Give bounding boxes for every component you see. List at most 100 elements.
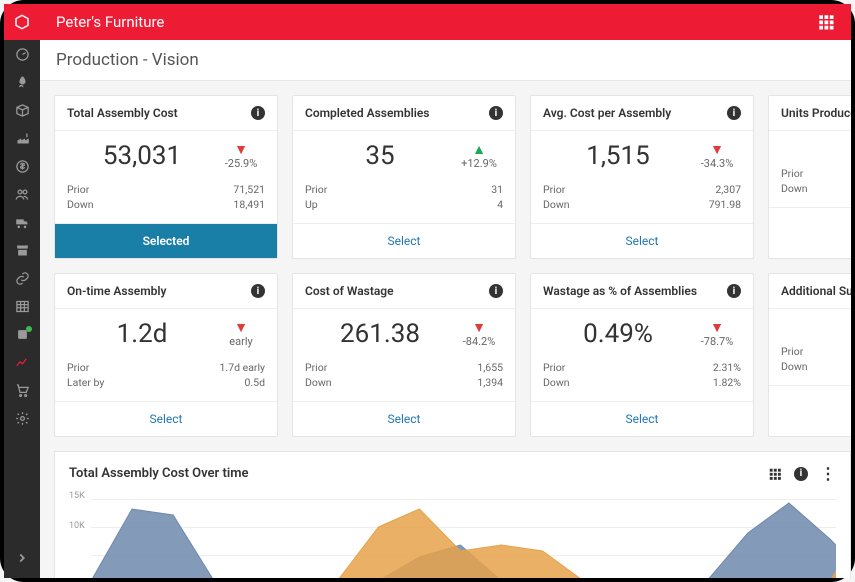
info-icon[interactable]: i xyxy=(489,284,503,298)
sidebar xyxy=(4,4,40,578)
card-title: Avg. Cost per Assembly xyxy=(543,106,671,120)
kpi-meta: Prior Down xyxy=(781,341,851,379)
meta-value: 791.98 xyxy=(709,198,741,211)
card-select-button[interactable]: Select xyxy=(293,401,515,436)
meta-label: Prior xyxy=(67,361,89,374)
card-select-button[interactable]: Selected xyxy=(55,223,277,258)
content: Total Assembly Cost i 53,031 ▼ -25.9% Pr… xyxy=(40,81,851,578)
card-select-button[interactable]: Select xyxy=(769,207,851,242)
kpi2-card-2: Wastage as % of Assemblies i 0.49% ▼ -78… xyxy=(530,273,754,437)
meta-label: Prior xyxy=(543,183,565,196)
kpi2-card-0: On-time Assembly i 1.2d ▼ early Prior1.7… xyxy=(54,273,278,437)
kpi-value: 1,515 xyxy=(543,141,693,171)
card-select-button[interactable]: Select xyxy=(531,401,753,436)
chart-more-icon[interactable]: ⋮ xyxy=(820,464,836,483)
kpi-meta: Prior Down xyxy=(781,163,851,201)
down-arrow-icon: ▼ xyxy=(472,321,486,335)
info-icon[interactable]: i xyxy=(489,106,503,120)
meta-label: Prior xyxy=(67,183,89,196)
meta-value: 1.7d early xyxy=(220,361,265,374)
kpi-meta: Prior 71,521 Down 18,491 xyxy=(67,179,265,217)
nav-truck[interactable] xyxy=(4,208,40,236)
ytick-15k: 15K xyxy=(69,491,85,501)
app-launcher-icon[interactable] xyxy=(817,13,835,31)
brand-logo[interactable] xyxy=(4,4,40,40)
up-arrow-icon: ▲ xyxy=(472,143,486,157)
nav-table[interactable] xyxy=(4,292,40,320)
kpi-change: ▼ -34.3% xyxy=(693,143,741,170)
meta-label: Prior xyxy=(305,361,327,374)
info-icon[interactable]: i xyxy=(727,284,741,298)
chart-info-icon[interactable]: i xyxy=(794,467,808,481)
chart-area: 15K 10K xyxy=(69,491,836,578)
kpi1-card-2: Avg. Cost per Assembly i 1,515 ▼ -34.3% … xyxy=(530,95,754,259)
card-title: On-time Assembly xyxy=(67,284,166,298)
kpi-meta: Prior 1,655 Down 1,394 xyxy=(305,357,503,395)
meta-value: 4 xyxy=(497,198,503,211)
nav-link[interactable] xyxy=(4,264,40,292)
kpi-change: ▼ -25.9% xyxy=(217,143,265,170)
change-pct: -25.9% xyxy=(225,157,258,170)
nav-store[interactable] xyxy=(4,236,40,264)
kpi-change: ▼ -78.7% xyxy=(693,321,741,348)
kpi-meta: Prior2.31%Down1.82% xyxy=(543,357,741,395)
meta-value: 1,655 xyxy=(477,361,503,374)
kpi-meta: Prior2,307Down791.98 xyxy=(543,179,741,217)
meta-label: Down xyxy=(781,360,808,373)
meta-label: Down xyxy=(781,182,808,195)
kpi-value: 0.49% xyxy=(543,319,693,349)
down-arrow-icon: ▼ xyxy=(710,321,724,335)
chart-grid-icon[interactable] xyxy=(768,467,782,481)
info-icon[interactable]: i xyxy=(727,106,741,120)
notification-dot xyxy=(26,326,32,332)
nav-analytics[interactable] xyxy=(4,348,40,376)
nav-box[interactable] xyxy=(4,96,40,124)
card-title: Wastage as % of Assemblies xyxy=(543,284,697,298)
nav-factory[interactable] xyxy=(4,124,40,152)
card-title: Total Assembly Cost xyxy=(67,106,178,120)
kpi-value: 53,031 xyxy=(67,141,217,171)
meta-label: Down xyxy=(67,198,94,211)
ytick-10k: 10K xyxy=(69,521,85,531)
change-pct: -84.2% xyxy=(463,335,496,348)
cube-icon xyxy=(13,13,31,31)
info-icon[interactable]: i xyxy=(251,284,265,298)
nav-settings[interactable] xyxy=(4,404,40,432)
nav-dashboard[interactable] xyxy=(4,40,40,68)
kpi-change: ▲ +12.9% xyxy=(455,143,503,170)
meta-label: Prior xyxy=(305,183,327,196)
nav-cart[interactable] xyxy=(4,376,40,404)
meta-value: 18,491 xyxy=(233,198,265,211)
meta-value: 1,394 xyxy=(477,376,503,389)
main: Peter's Furniture Production - Vision To… xyxy=(40,4,851,578)
nav-rocket[interactable] xyxy=(4,68,40,96)
info-icon[interactable]: i xyxy=(251,106,265,120)
card-select-button[interactable]: Select xyxy=(531,223,753,258)
meta-label: Down xyxy=(543,376,570,389)
meta-label: Prior xyxy=(781,345,803,358)
meta-value: 71,521 xyxy=(233,183,265,196)
sidebar-expand[interactable] xyxy=(4,544,40,572)
nav-dollar[interactable] xyxy=(4,152,40,180)
card-title: Cost of Wastage xyxy=(305,284,394,298)
change-pct: -34.3% xyxy=(701,157,734,170)
card-select-button[interactable]: Select xyxy=(293,223,515,258)
meta-label: Down xyxy=(305,376,332,389)
nav-people[interactable] xyxy=(4,180,40,208)
kpi2-card-1: Cost of Wastage i 261.38 ▼ -84.2% Prior 1… xyxy=(292,273,516,437)
card-select-button[interactable]: Select xyxy=(769,385,851,420)
card-select-button[interactable]: Select xyxy=(55,401,277,436)
down-arrow-icon: ▼ xyxy=(234,143,248,157)
topbar: Peter's Furniture xyxy=(40,4,851,40)
nav-app[interactable] xyxy=(4,320,40,348)
meta-label: Prior xyxy=(781,167,803,180)
card-title: Units Produced xyxy=(781,106,851,120)
kpi-row-2: On-time Assembly i 1.2d ▼ early Prior1.7… xyxy=(54,273,851,437)
kpi1-card-0: Total Assembly Cost i 53,031 ▼ -25.9% Pr… xyxy=(54,95,278,259)
card-title: Additional Summary xyxy=(781,284,851,298)
meta-value: 2.31% xyxy=(713,361,741,374)
kpi-value: 35 xyxy=(305,141,455,171)
kpi-change: ▼ -84.2% xyxy=(455,321,503,348)
kpi-value: 261.38 xyxy=(305,319,455,349)
page-title: Production - Vision xyxy=(40,40,851,81)
